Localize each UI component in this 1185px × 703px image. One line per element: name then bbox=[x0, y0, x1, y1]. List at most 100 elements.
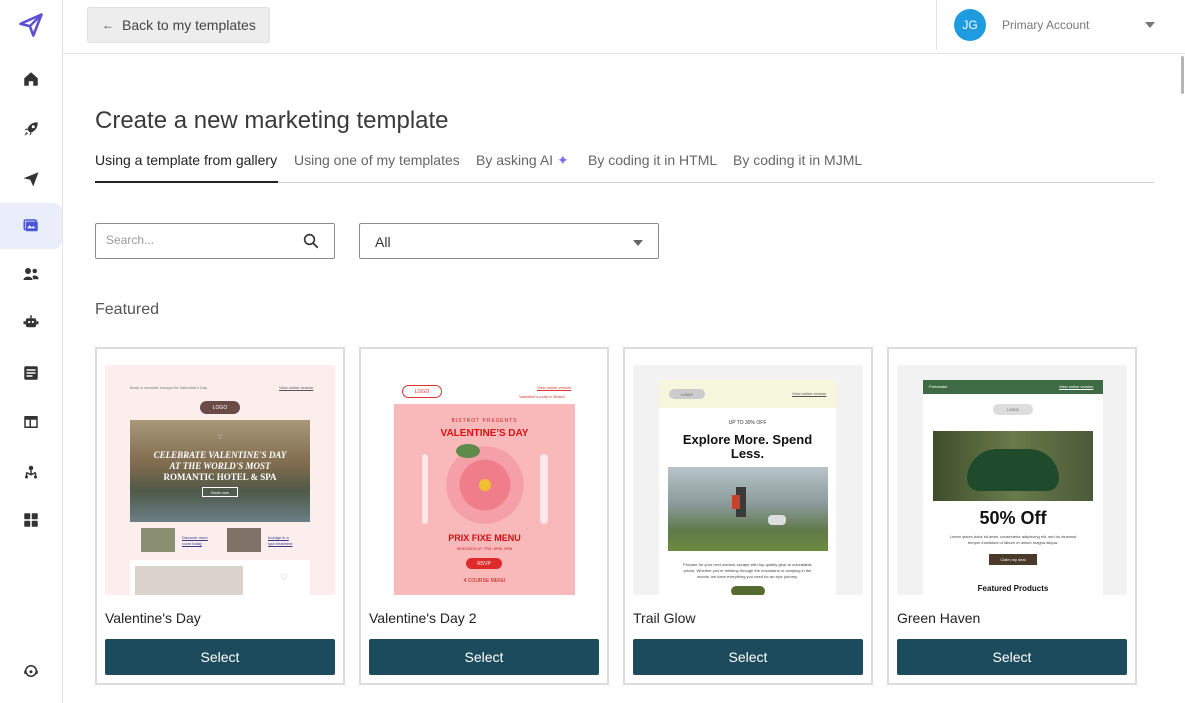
preview-body: LOGO View online version UP TO 30% OFF E… bbox=[659, 380, 836, 595]
template-card[interactable]: LOGO View online version UP TO 30% OFF E… bbox=[623, 347, 873, 685]
preview-cta bbox=[731, 586, 765, 595]
preview-flower-plate bbox=[446, 446, 524, 524]
logo-paper-plane-icon[interactable] bbox=[0, 2, 62, 48]
preview-preheader: Book a romantic escape for Valentine's D… bbox=[130, 385, 208, 390]
preview-dog bbox=[768, 515, 786, 525]
preview-fork bbox=[422, 454, 428, 524]
select-template-button[interactable]: Select bbox=[897, 639, 1127, 675]
preview-hero-image bbox=[668, 467, 828, 551]
preview-headline-1: CELEBRATE VALENTINE'S DAY bbox=[153, 450, 287, 460]
preview-dates: SEATINGS AT 7PM, 8PM, 9PM bbox=[456, 546, 513, 551]
home-icon[interactable] bbox=[0, 56, 62, 102]
preview-room-image bbox=[135, 566, 243, 595]
avatar: JG bbox=[954, 9, 986, 41]
template-name: Trail Glow bbox=[633, 610, 696, 626]
preview-offer: UP TO 30% OFF bbox=[728, 420, 767, 426]
template-card[interactable]: Preheader View online version LOGO 50% O… bbox=[887, 347, 1137, 685]
preview-hero-image bbox=[933, 431, 1093, 501]
template-preview[interactable]: LOGO View online version UP TO 30% OFF E… bbox=[633, 365, 863, 595]
send-icon[interactable] bbox=[0, 156, 62, 202]
preview-body: BISTROT PRESENTS VALENTINE'S DAY PRIX FI… bbox=[394, 404, 575, 595]
preview-leaf bbox=[456, 444, 480, 458]
section-title: Featured bbox=[95, 301, 160, 318]
top-bar: ← Back to my templates JG Primary Accoun… bbox=[63, 0, 1185, 54]
category-select[interactable]: All bbox=[359, 223, 659, 259]
preview-party: Valentine's party in Bristol bbox=[519, 394, 565, 399]
preview-link-1b: room today bbox=[182, 541, 203, 546]
preview-thumb-image bbox=[141, 528, 175, 552]
sidebar bbox=[0, 0, 63, 703]
back-button-label: Back to my templates bbox=[122, 17, 256, 33]
preview-body-1: Prepare for your next outdoor escape wit… bbox=[683, 562, 812, 567]
template-preview[interactable]: Book a romantic escape for Valentine's D… bbox=[105, 365, 335, 595]
preview-logo: LOGO bbox=[993, 404, 1033, 415]
robot-icon[interactable] bbox=[0, 299, 62, 345]
templates-icon[interactable] bbox=[0, 203, 62, 249]
apps-icon[interactable] bbox=[0, 497, 62, 543]
preview-body-3: woods, we have everything you need for a… bbox=[697, 574, 798, 579]
tab-my-templates[interactable]: Using one of my templates bbox=[294, 152, 460, 168]
heart-icon: ♡ bbox=[280, 572, 289, 582]
preview-rsvp: RSVP bbox=[466, 558, 502, 569]
select-template-button[interactable]: Select bbox=[369, 639, 599, 675]
preview-headline: VALENTINE'S DAY bbox=[440, 428, 529, 439]
template-preview[interactable]: LOGO View online version Valentine's par… bbox=[369, 365, 599, 595]
preview-headline-3: ROMANTIC HOTEL & SPA bbox=[163, 472, 277, 482]
account-name: Primary Account bbox=[1002, 18, 1090, 32]
heart-icon: ♡ bbox=[217, 435, 223, 441]
template-preview[interactable]: Preheader View online version LOGO 50% O… bbox=[897, 365, 1127, 595]
template-card[interactable]: Book a romantic escape for Valentine's D… bbox=[95, 347, 345, 685]
sparkle-icon: ✦ bbox=[557, 152, 569, 168]
template-name: Green Haven bbox=[897, 610, 981, 626]
preview-headline-2: Less. bbox=[730, 446, 765, 461]
active-tab-indicator bbox=[95, 181, 278, 183]
tab-ask-ai[interactable]: By asking AI ✦ bbox=[476, 152, 569, 169]
preview-hero-image: ♡ CELEBRATE VALENTINE'S DAY AT THE WORLD… bbox=[130, 420, 310, 522]
chevron-down-icon bbox=[1145, 22, 1155, 28]
preview-courses: 4 COURSE MENU bbox=[463, 578, 506, 584]
template-name: Valentine's Day bbox=[105, 610, 201, 626]
page-title: Create a new marketing template bbox=[95, 107, 449, 134]
preview-body-2: tempor incididunt ut labore et dolore ma… bbox=[967, 540, 1059, 545]
preview-sofa bbox=[967, 449, 1059, 491]
tab-ask-ai-label: By asking AI bbox=[476, 152, 554, 168]
preview-knife bbox=[540, 454, 548, 524]
preview-logo: LOGO bbox=[669, 389, 705, 399]
preview-headline-2: AT THE WORLD'S MOST bbox=[169, 461, 271, 471]
tab-mjml[interactable]: By coding it in MJML bbox=[733, 152, 862, 168]
contacts-icon[interactable] bbox=[0, 251, 62, 297]
preview-view-online: View online version bbox=[537, 385, 572, 390]
support-icon[interactable] bbox=[0, 648, 62, 694]
search-icon[interactable] bbox=[302, 232, 320, 250]
account-switcher[interactable]: JG Primary Account bbox=[936, 0, 1185, 50]
arrow-left-icon: ← bbox=[102, 18, 114, 32]
scrollbar[interactable] bbox=[1180, 54, 1185, 703]
back-to-templates-button[interactable]: ← Back to my templates bbox=[87, 7, 270, 43]
preview-thumb-image bbox=[227, 528, 261, 552]
preview-view-online: View online version bbox=[1059, 384, 1094, 389]
template-card[interactable]: LOGO View online version Valentine's par… bbox=[359, 347, 609, 685]
select-template-button[interactable]: Select bbox=[105, 639, 335, 675]
tab-gallery[interactable]: Using a template from gallery bbox=[95, 152, 277, 168]
preview-cta: Claim my deal bbox=[989, 554, 1037, 565]
forms-icon[interactable] bbox=[0, 350, 62, 396]
scroll-thumb[interactable] bbox=[1181, 56, 1184, 94]
template-name: Valentine's Day 2 bbox=[369, 610, 477, 626]
preview-cta: Book now bbox=[202, 487, 238, 497]
preview-section-title: Featured Products bbox=[977, 584, 1049, 593]
select-template-button[interactable]: Select bbox=[633, 639, 863, 675]
rocket-icon[interactable] bbox=[0, 106, 62, 152]
preview-backpack bbox=[732, 495, 740, 509]
preview-body: Preheader View online version LOGO 50% O… bbox=[923, 380, 1103, 595]
preview-section: ♡ bbox=[130, 560, 310, 595]
preview-logo: LOGO bbox=[402, 385, 442, 398]
preview-logo: LOGO bbox=[200, 401, 240, 414]
layout-icon[interactable] bbox=[0, 399, 62, 445]
search-input[interactable] bbox=[106, 233, 296, 247]
integrations-icon[interactable] bbox=[0, 448, 62, 494]
preview-link-1: Discover more bbox=[182, 535, 208, 540]
tab-html[interactable]: By coding it in HTML bbox=[588, 152, 717, 168]
preview-body-2: prices. Whether you're trekking through … bbox=[683, 568, 812, 573]
preview-menu: PRIX FIXE MENU bbox=[448, 533, 521, 543]
preview-view-online: View online version bbox=[792, 391, 827, 396]
